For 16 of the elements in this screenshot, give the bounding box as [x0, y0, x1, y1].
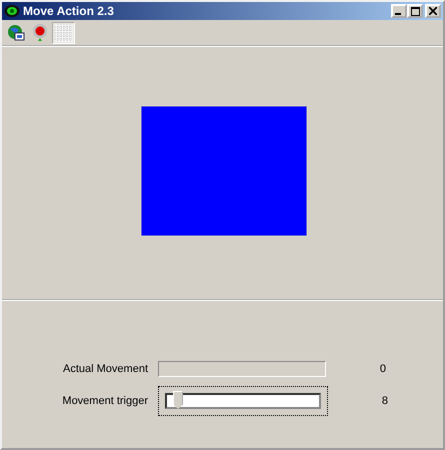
- eye-icon: [4, 4, 20, 18]
- slider-thumb[interactable]: [173, 391, 184, 409]
- minimize-button[interactable]: [391, 4, 407, 18]
- record-icon: [30, 23, 48, 43]
- globe-icon: [6, 24, 24, 42]
- maximize-icon: [410, 6, 420, 16]
- window-title: Move Action 2.3: [23, 4, 115, 18]
- slider[interactable]: [158, 386, 328, 416]
- grid-icon: [54, 24, 72, 42]
- maximize-button[interactable]: [407, 4, 423, 18]
- control-label: Movement trigger: [61, 395, 149, 407]
- close-icon: [429, 7, 437, 15]
- value-reading: 0: [378, 363, 386, 375]
- close-button[interactable]: [425, 4, 441, 18]
- control-label: Actual Movement: [62, 363, 149, 375]
- value-reading: 8: [380, 395, 388, 407]
